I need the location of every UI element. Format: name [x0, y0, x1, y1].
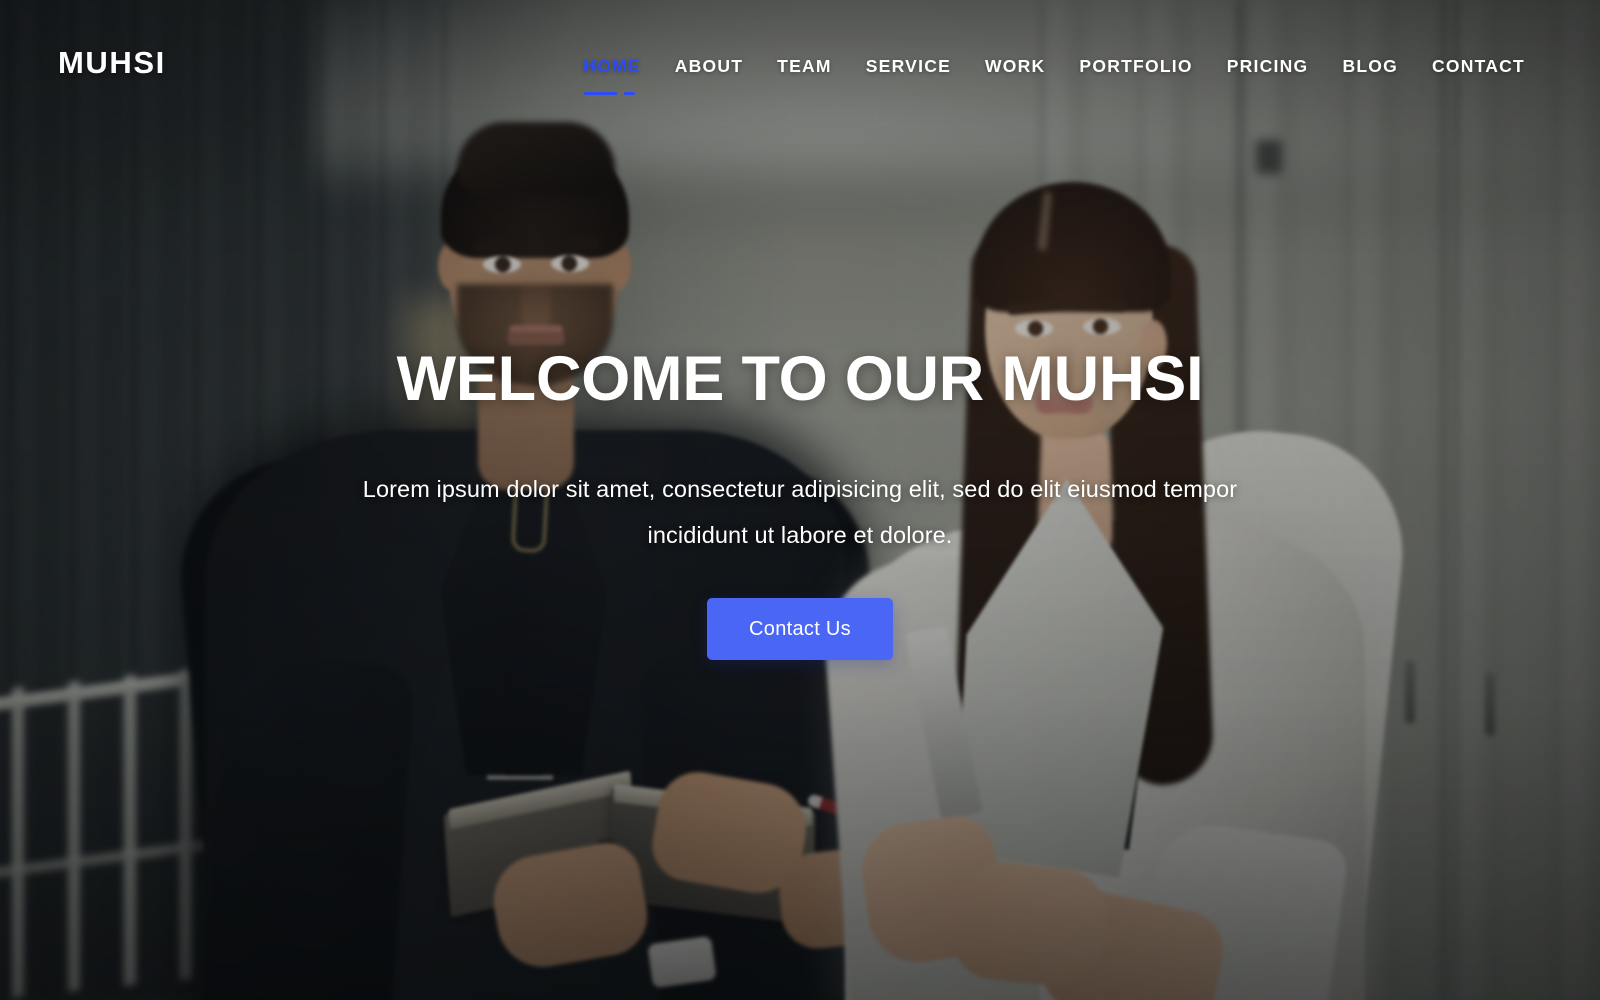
- nav-item-pricing[interactable]: PRICING: [1210, 53, 1326, 79]
- hero-cta-wrapper: Contact Us: [0, 598, 1600, 661]
- nav-item-work[interactable]: WORK: [968, 53, 1062, 79]
- site-logo[interactable]: MUHSI: [58, 47, 166, 78]
- site-header: MUHSI HOME ABOUT TEAM SERVICE WORK PORTF…: [0, 0, 1600, 130]
- hero-landing-page: MUHSI HOME ABOUT TEAM SERVICE WORK PORTF…: [0, 0, 1600, 1000]
- nav-item-contact[interactable]: CONTACT: [1415, 53, 1542, 79]
- nav-item-team[interactable]: TEAM: [760, 53, 849, 79]
- active-nav-indicator: [584, 92, 636, 95]
- hero-title: WELCOME TO OUR MUHSI: [396, 344, 1204, 414]
- nav-item-blog[interactable]: BLOG: [1325, 53, 1415, 79]
- indicator-dash-short: [624, 92, 636, 95]
- hero-subtitle: Lorem ipsum dolor sit amet, consectetur …: [362, 476, 1238, 549]
- nav-item-service[interactable]: SERVICE: [849, 53, 968, 79]
- nav-item-about[interactable]: ABOUT: [658, 53, 760, 79]
- indicator-dash-long: [584, 92, 618, 95]
- contact-us-button[interactable]: Contact Us: [707, 598, 893, 661]
- nav-item-home-label: HOME: [583, 56, 641, 76]
- main-navigation: HOME ABOUT TEAM SERVICE WORK PORTFOLIO P…: [566, 53, 1542, 95]
- nav-item-home[interactable]: HOME: [566, 53, 658, 95]
- nav-item-portfolio[interactable]: PORTFOLIO: [1062, 53, 1209, 79]
